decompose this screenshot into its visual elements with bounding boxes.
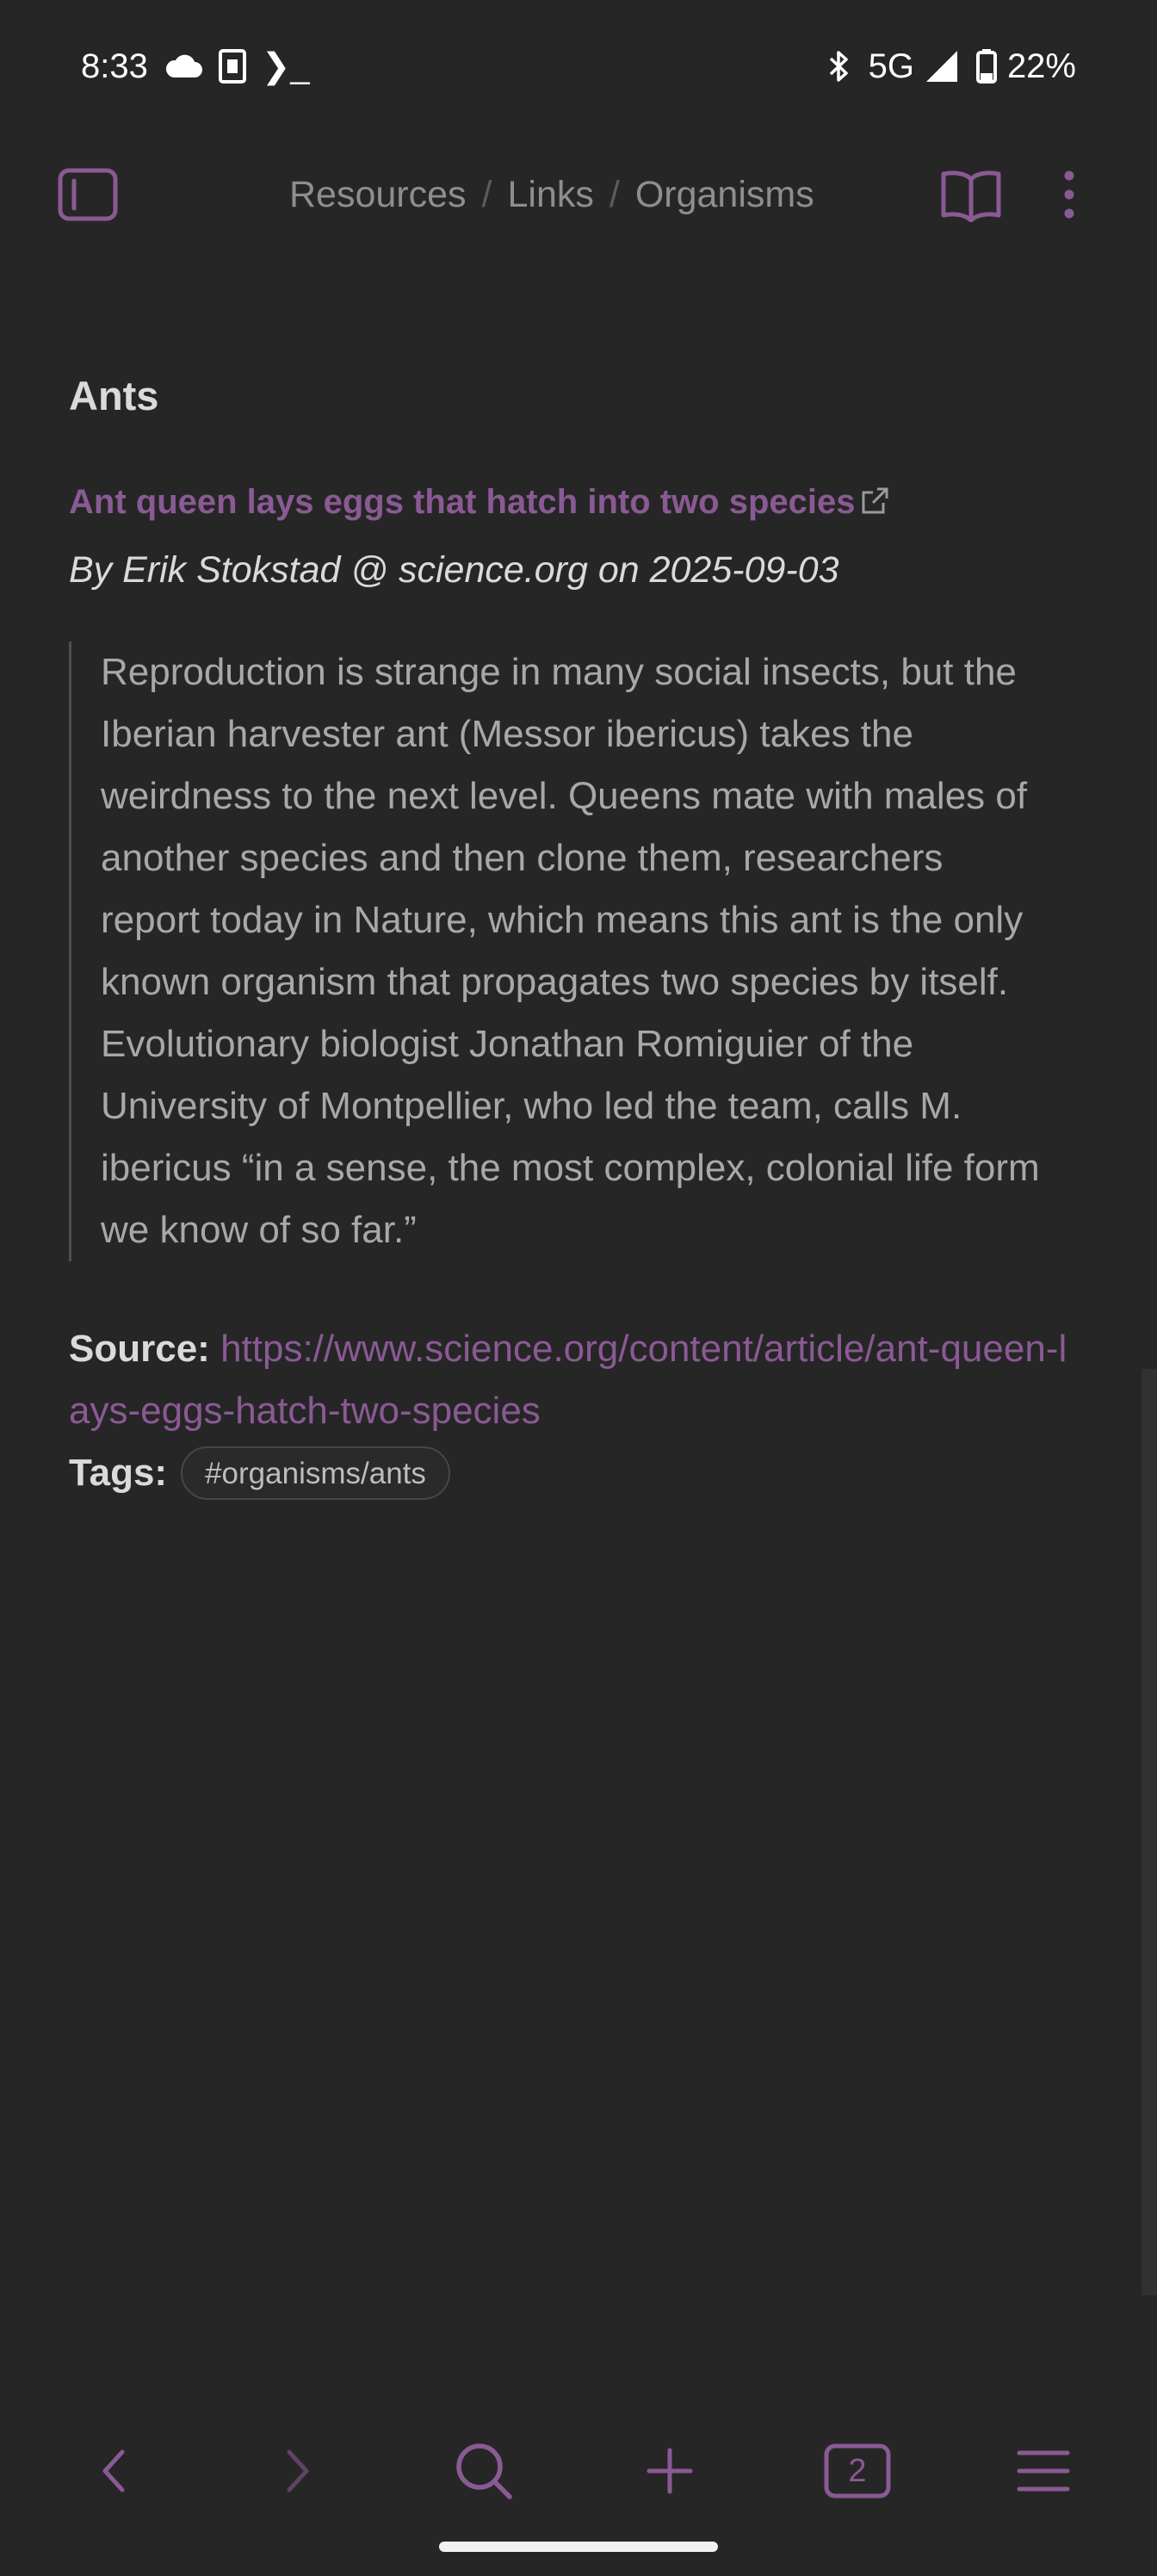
cloud-icon [164,53,203,79]
forward-button[interactable] [255,2428,341,2514]
source-row: Source: https://www.science.org/content/… [69,1318,1076,1442]
battery-percent: 22% [1006,46,1076,85]
breadcrumb-resources[interactable]: Resources [289,174,467,216]
search-icon [453,2440,515,2502]
forward-icon [281,2447,315,2495]
tag-organisms-ants[interactable]: #organisms/ants [181,1446,450,1500]
external-link-icon [859,485,890,542]
breadcrumb: Resources / Links / Organisms [289,170,814,219]
tags-row: Tags: #organisms/ants [69,1442,1076,1504]
breadcrumb-organisms[interactable]: Organisms [635,174,814,216]
more-options-button[interactable] [1035,160,1104,229]
article-link-row: Ant queen lays eggs that hatch into two … [69,474,1076,542]
status-bar: 8:33 ❯_ 5G 22% [0,0,1157,129]
menu-button[interactable] [1000,2428,1086,2514]
breadcrumb-separator: / [609,173,620,215]
sidebar-toggle-button[interactable] [53,160,122,229]
network-type: 5G [868,46,914,85]
status-left: 8:33 ❯_ [81,43,310,90]
source-label: Source: [69,1328,210,1370]
source-link[interactable]: https://www.science.org/content/article/… [69,1328,1067,1432]
note-heading: Ants [69,373,159,418]
back-icon [96,2447,131,2495]
search-button[interactable] [441,2428,527,2514]
back-button[interactable] [71,2428,157,2514]
article-link[interactable]: Ant queen lays eggs that hatch into two … [69,483,856,521]
signal-icon [925,49,959,84]
sim-card-icon [218,49,246,84]
status-right: 5G 22% [826,43,1076,90]
tab-count: 2 [848,2452,867,2489]
app-header: Resources / Links / Organisms [0,146,1157,243]
terminal-icon: ❯_ [261,47,310,85]
new-note-button[interactable] [627,2428,713,2514]
reading-mode-icon [940,167,1002,222]
tabs-button[interactable]: 2 [814,2428,900,2514]
bottom-toolbar: 2 [0,2428,1157,2514]
reading-mode-button[interactable] [937,160,1005,229]
menu-icon [1016,2448,1071,2494]
quote-block: Reproduction is strange in many social i… [69,641,1050,1261]
home-indicator[interactable] [439,2542,718,2552]
breadcrumb-links[interactable]: Links [507,174,593,216]
bluetooth-icon [826,49,851,84]
tags-label: Tags: [69,1452,168,1494]
battery-icon [975,49,997,84]
add-icon [644,2445,696,2497]
breadcrumb-separator: / [481,173,492,215]
note-content: Ants Ant queen lays eggs that hatch into… [69,362,1076,1504]
more-options-icon [1061,169,1078,220]
status-time: 8:33 [81,46,148,85]
byline: By Erik Stokstad @ science.org on 2025-0… [69,549,839,591]
scrollbar[interactable] [1142,1369,1157,2295]
sidebar-toggle-icon [57,167,119,222]
